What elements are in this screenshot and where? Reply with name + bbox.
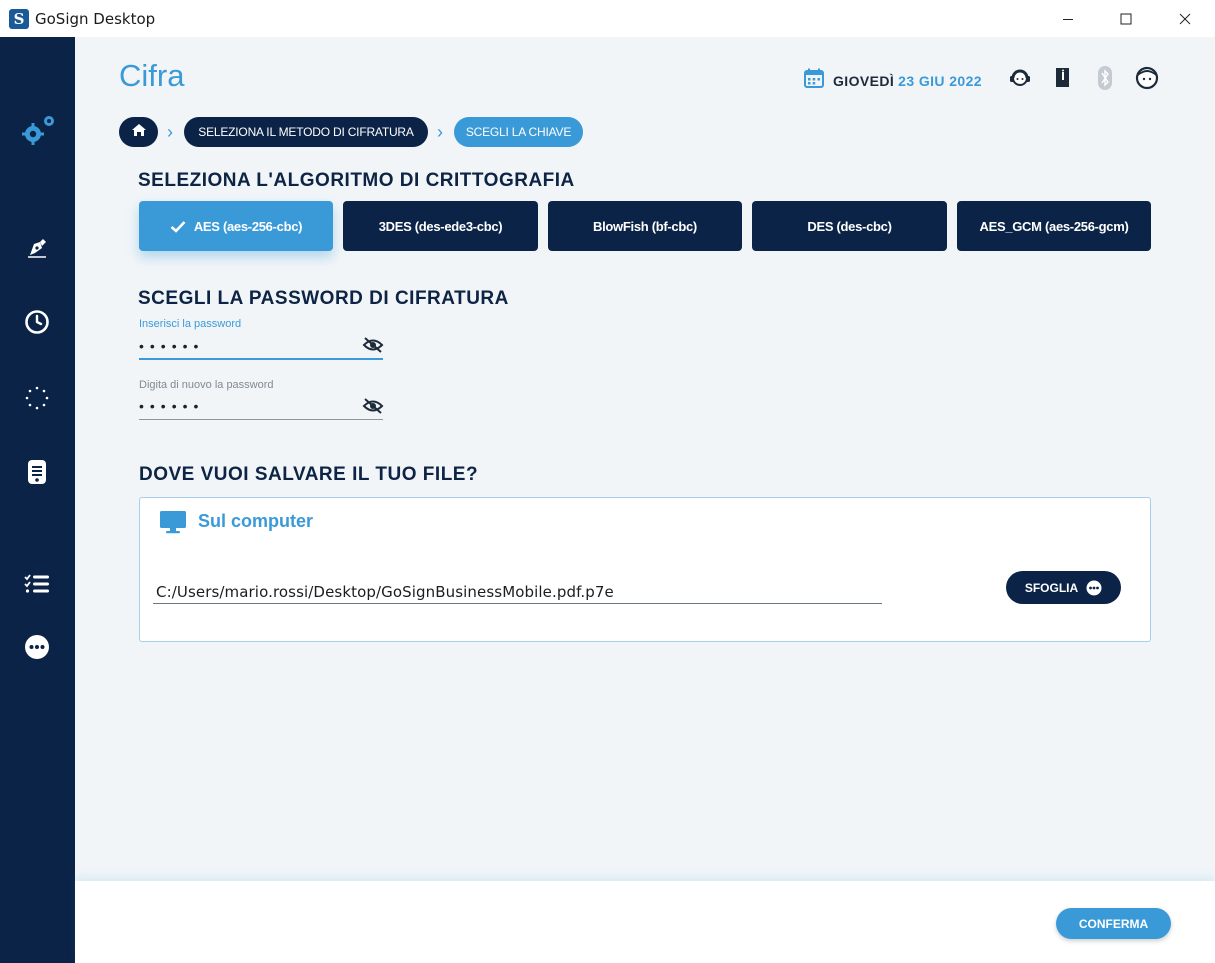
breadcrumb-step-method[interactable]: SELEZIONA IL METODO DI CIFRATURA [184,117,428,147]
date-day: GIOVEDÌ [833,72,895,89]
password-confirm-underline [139,419,383,420]
password-confirm-value[interactable]: •••••• [139,398,204,414]
chevron-right-icon: › [167,122,173,142]
algorithm-option-label: AES_GCM (aes-256-gcm) [979,218,1129,234]
save-option-label: Sul computer [198,511,314,531]
algorithm-heading: SELEZIONA L'ALGORITMO DI CRITTOGRAFIA [138,170,575,191]
tasks-list-icon[interactable] [22,569,52,599]
clock-icon[interactable] [22,307,52,337]
algorithm-option-aes-gcm[interactable]: AES_GCM (aes-256-gcm) [957,201,1151,251]
browse-button[interactable]: SFOGLIA [1006,571,1121,604]
pen-sign-icon[interactable] [22,233,52,263]
more-icon[interactable] [22,632,52,662]
file-path-underline [153,603,882,604]
save-heading: DOVE VUOI SALVARE IL TUO FILE? [139,464,479,485]
more-icon [1086,580,1102,596]
check-icon [170,220,186,233]
footer-bar [75,881,1215,963]
window-title-bar: S GoSign Desktop [0,0,1215,37]
user-avatar-icon[interactable] [1135,66,1159,90]
support-headset-icon[interactable] [1008,66,1032,90]
bluetooth-icon[interactable] [1093,66,1117,90]
password-confirm-label: Digita di nuovo la password [139,379,274,391]
home-icon [131,123,147,142]
page-title: Cifra [119,58,185,93]
password-underline [139,358,383,360]
minimize-icon[interactable] [1046,0,1090,37]
algorithm-option-label: AES (aes-256-cbc) [193,218,303,234]
algorithm-option-label: BlowFish (bf-cbc) [593,218,697,234]
maximize-icon[interactable] [1104,0,1148,37]
password-value[interactable]: •••••• [139,338,204,354]
algorithm-option-label: DES (des-cbc) [807,218,892,234]
confirm-button[interactable]: CONFERMA [1056,908,1171,939]
calendar-icon [803,67,825,94]
manual-book-icon[interactable] [1051,66,1075,90]
file-path-input[interactable]: C:/Users/mario.rossi/Desktop/GoSignBusin… [156,583,614,601]
gosign-logo-icon: S [9,8,29,29]
date-display: GIOVEDÌ 23 GIU 2022 [803,67,982,94]
password-field-label: Inserisci la password [139,318,242,330]
algorithm-option-3des[interactable]: 3DES (des-ede3-cbc) [343,201,538,251]
sidebar [0,37,75,963]
date-value: 23 GIU 2022 [898,72,982,89]
algorithm-option-blowfish[interactable]: BlowFish (bf-cbc) [548,201,742,251]
window-title: GoSign Desktop [35,9,156,28]
chevron-right-icon: › [437,122,443,142]
password-heading: SCEGLI LA PASSWORD DI CIFRATURA [138,288,509,309]
algorithm-option-aes[interactable]: AES (aes-256-cbc) [139,201,333,251]
breadcrumb-step-key[interactable]: SCEGLI LA CHIAVE [454,117,583,147]
algorithm-option-label: 3DES (des-ede3-cbc) [378,218,503,234]
algorithm-option-des[interactable]: DES (des-cbc) [752,201,947,251]
close-icon[interactable] [1163,0,1207,37]
loading-dots-icon[interactable] [22,383,52,413]
document-list-icon[interactable] [22,457,52,487]
eye-slash-icon[interactable] [362,398,384,414]
monitor-icon [159,509,187,540]
breadcrumb-home[interactable] [119,117,158,147]
eye-slash-icon[interactable] [362,337,384,353]
browse-button-label: SFOGLIA [1024,580,1079,595]
gears-icon[interactable] [16,115,60,159]
